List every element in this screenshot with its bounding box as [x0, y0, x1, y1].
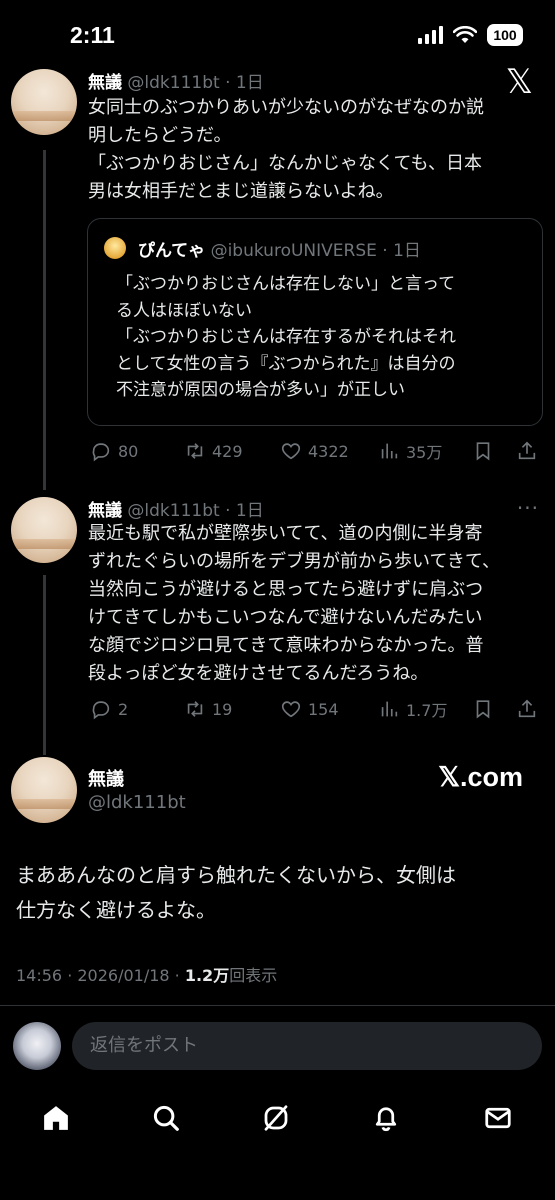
bottom-tab-bar — [0, 1090, 555, 1150]
view-count: 1.2万 — [184, 966, 230, 985]
quote-author-handle: @ibukuroUNIVERSE — [210, 241, 377, 261]
bookmark-button[interactable] — [472, 698, 494, 720]
view-count: 35万 — [406, 443, 443, 462]
views-button[interactable]: 1.7万 — [378, 697, 447, 721]
avatar[interactable] — [11, 69, 77, 135]
more-options-icon[interactable]: ··· — [517, 496, 539, 520]
thread-line — [43, 575, 46, 755]
status-bar: 2:11 100 — [0, 0, 555, 72]
brand-watermark: 𝕏.com — [438, 762, 523, 792]
quote-header: ぴんてゃ @ibukuroUNIVERSE · 1日 — [138, 236, 421, 261]
divider — [0, 1005, 555, 1006]
tweet-meta: 14:56 · 2026/01/18 · 1.2万回表示 — [16, 962, 277, 986]
author-name[interactable]: 無議 — [88, 73, 122, 93]
reply-icon — [92, 443, 110, 462]
reply-icon — [92, 701, 110, 720]
repost-icon — [187, 701, 203, 717]
bookmark-button[interactable] — [472, 440, 494, 462]
bookmark-icon — [476, 700, 490, 719]
tweet-text: 女同士のぶつかりあいが少ないのがなぜなのか説 明したらどうだ。 「ぶつかりおじさ… — [88, 97, 484, 202]
thread-line — [43, 150, 46, 490]
view-label: 回表示 — [229, 966, 278, 985]
grok-icon — [264, 1105, 288, 1131]
messages-icon — [485, 1107, 511, 1129]
post-time: · 1日 — [225, 501, 264, 521]
views-icon — [381, 443, 398, 459]
share-button[interactable] — [516, 440, 538, 462]
tab-messages[interactable] — [480, 1100, 516, 1136]
like-count: 4322 — [308, 441, 349, 461]
quote-avatar — [104, 237, 126, 259]
quote-time: · 1日 — [382, 241, 421, 261]
reply-count: 2 — [118, 699, 129, 719]
repost-button[interactable]: 429 — [184, 440, 243, 462]
views-icon — [381, 701, 398, 717]
tweet-header: 無議 @ldk111bt · 1日 — [88, 68, 264, 93]
notifications-icon — [375, 1107, 397, 1132]
battery-indicator: 100 — [487, 24, 523, 46]
tab-notifications[interactable] — [368, 1100, 404, 1136]
share-button[interactable] — [516, 698, 538, 720]
reply-count: 80 — [118, 441, 139, 461]
reply-button[interactable]: 2 — [90, 698, 128, 720]
action-bar: 80 429 4322 35万 — [88, 436, 543, 466]
action-bar: 2 19 154 1.7万 — [88, 694, 543, 724]
tab-grok[interactable] — [258, 1100, 294, 1136]
like-button[interactable]: 4322 — [280, 440, 349, 462]
tweet-timestamp: 14:56 · 2026/01/18 · — [16, 966, 185, 985]
cellular-signal-icon — [418, 26, 443, 44]
post-time: · 1日 — [225, 73, 264, 93]
tweet-text: まああんなのと肩すら触れたくないから、女側は 仕方なく避けるよな。 — [16, 863, 456, 922]
user-avatar[interactable] — [13, 1022, 61, 1070]
heart-icon — [281, 443, 301, 460]
reply-button[interactable]: 80 — [90, 440, 138, 462]
share-icon — [518, 441, 536, 460]
repost-count: 429 — [212, 441, 243, 461]
quote-author-name: ぴんてゃ — [138, 241, 206, 261]
status-time: 2:11 — [70, 22, 115, 48]
tweet-text: 最近も駅で私が壁際歩いてて、道の内側に半身寄 ずれたぐらいの場所をデブ男が前から… — [88, 523, 501, 684]
heart-icon — [281, 701, 301, 718]
search-icon — [153, 1105, 179, 1131]
status-indicators: 100 — [418, 24, 523, 46]
bookmark-icon — [476, 442, 490, 461]
avatar[interactable] — [11, 757, 77, 823]
avatar[interactable] — [11, 497, 77, 563]
share-icon — [518, 699, 536, 718]
like-count: 154 — [308, 699, 339, 719]
quote-text: 「ぶつかりおじさんは存在しない」と言って る人はほぼいない 「ぶつかりおじさんは… — [116, 274, 456, 400]
tweet-header: 無議 @ldk111bt · 1日 — [88, 496, 264, 521]
tab-search[interactable] — [148, 1100, 184, 1136]
author-name[interactable]: 無議 — [88, 501, 122, 521]
author-name[interactable]: 無議 — [88, 765, 124, 791]
home-icon — [44, 1106, 68, 1130]
repost-icon — [187, 443, 203, 459]
tab-home[interactable] — [38, 1100, 74, 1136]
wifi-icon — [453, 26, 477, 43]
repost-count: 19 — [212, 699, 233, 719]
like-button[interactable]: 154 — [280, 698, 339, 720]
author-handle[interactable]: @ldk111bt — [127, 73, 219, 93]
repost-button[interactable]: 19 — [184, 698, 232, 720]
view-count: 1.7万 — [406, 701, 448, 720]
author-handle[interactable]: @ldk111bt — [127, 501, 219, 521]
views-button[interactable]: 35万 — [378, 439, 442, 463]
reply-input[interactable]: 返信をポスト — [72, 1022, 542, 1070]
author-handle[interactable]: @ldk111bt — [88, 792, 186, 813]
quote-tweet[interactable]: ぴんてゃ @ibukuroUNIVERSE · 1日 「ぶつかりおじさんは存在し… — [87, 218, 543, 426]
